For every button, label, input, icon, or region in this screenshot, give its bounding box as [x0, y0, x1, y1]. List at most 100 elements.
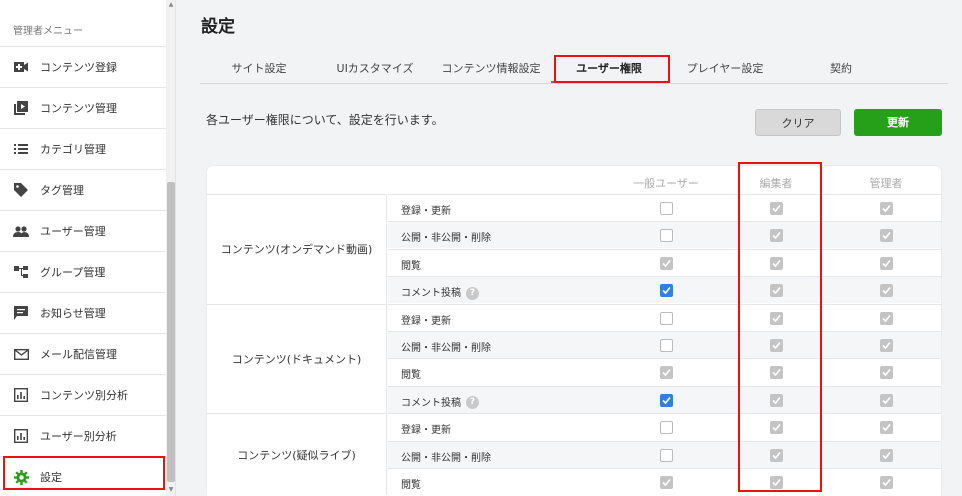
sidebar-item-content-manage[interactable]: コンテンツ管理: [0, 88, 166, 129]
checkbox-admin: [880, 284, 893, 298]
tab-player-settings[interactable]: プレイヤー設定: [667, 58, 783, 83]
tab-ui-customize[interactable]: UIカスタマイズ: [318, 58, 432, 83]
permission-label-text: 閲覧: [401, 370, 421, 382]
checkbox-general-user[interactable]: [660, 311, 673, 325]
tab-highlight-box: [554, 55, 670, 83]
column-header-general-user: 一般ユーザー: [633, 177, 699, 190]
tab-site-settings[interactable]: サイト設定: [200, 58, 318, 83]
admin-sidebar: 管理者メニュー コンテンツ登録 コンテンツ管理 カテゴリ管理 タグ管理ユーザー管理グル…: [0, 0, 176, 496]
checkbox-admin: [880, 202, 893, 215]
sidebar-item-user-analytics[interactable]: ユーザー別分析: [0, 416, 166, 457]
table-row: 登録・更新: [388, 413, 941, 440]
sidebar-item-mail-delivery-manage[interactable]: メール配信管理: [0, 334, 166, 375]
people-icon: [13, 223, 29, 239]
table-row: 閲覧: [388, 358, 941, 385]
sidebar-item-label: カテゴリ管理: [40, 143, 106, 156]
checkbox-admin: [880, 256, 893, 270]
checkbox-general-user: [660, 366, 673, 380]
table-row: 閲覧: [388, 468, 941, 495]
table-row: コメント投稿?: [388, 276, 941, 304]
sidebar-item-label: コンテンツ登録: [40, 61, 117, 74]
sidebar-item-label: コンテンツ管理: [40, 102, 117, 115]
page-description: 各ユーザー権限について、設定を行います。: [206, 113, 444, 127]
permission-label-text: 閲覧: [401, 480, 421, 491]
permission-label: 公開・非公開・削除: [401, 229, 491, 244]
scroll-up-arrow-icon[interactable]: ▲: [168, 2, 174, 8]
checkbox-general-user[interactable]: [660, 421, 673, 435]
checkbox-admin: [880, 339, 893, 352]
permission-label: 登録・更新: [401, 312, 451, 327]
group-tree-icon: [13, 264, 29, 280]
tab-content-info-settings[interactable]: コンテンツ情報設定: [432, 58, 550, 83]
permission-group-label: コンテンツ(疑似ライブ): [207, 413, 387, 496]
permission-label: 登録・更新: [401, 202, 451, 217]
sidebar-item-label: タグ管理: [40, 184, 84, 197]
checkbox-general-user[interactable]: [660, 284, 673, 298]
checkbox-admin: [880, 476, 893, 489]
sidebar-item-notice-manage[interactable]: お知らせ管理: [0, 293, 166, 334]
permission-label: 閲覧: [401, 257, 421, 272]
video-add-icon: [13, 59, 29, 75]
table-row: 閲覧: [388, 248, 941, 276]
sidebar-item-label: グループ管理: [40, 266, 106, 279]
sidebar-item-label: ユーザー別分析: [40, 430, 117, 443]
scroll-down-arrow-icon[interactable]: ▼: [168, 487, 174, 493]
permission-label: コメント投稿?: [401, 284, 479, 300]
analytics-icon: [13, 428, 29, 444]
table-row: 登録・更新: [388, 194, 941, 221]
help-icon[interactable]: ?: [466, 286, 479, 300]
table-row: 公開・非公開・削除: [388, 221, 941, 249]
sidebar-item-user-manage[interactable]: ユーザー管理: [0, 211, 166, 252]
analytics-icon: [13, 387, 29, 403]
sidebar-item-category-manage[interactable]: カテゴリ管理: [0, 129, 166, 170]
checkbox-admin: [880, 366, 893, 380]
mail-icon: [13, 346, 29, 362]
clear-button[interactable]: クリア: [755, 109, 841, 136]
sidebar-item-label: お知らせ管理: [40, 307, 106, 320]
checkbox-admin: [880, 229, 893, 243]
announcement-icon: [13, 305, 29, 321]
sidebar-scroll-thumb[interactable]: [167, 182, 175, 482]
sidebar-item-label: コンテンツ別分析: [40, 389, 128, 402]
permission-group-label: コンテンツ(オンデマンド動画): [207, 194, 387, 304]
permission-label: 閲覧: [401, 366, 421, 381]
permission-label-text: 閲覧: [401, 260, 421, 272]
permission-label-text: 登録・更新: [401, 206, 451, 217]
checkbox-general-user[interactable]: [660, 448, 673, 462]
sidebar-header: 管理者メニュー: [0, 0, 166, 47]
checkbox-general-user[interactable]: [660, 229, 673, 243]
permission-label-text: コメント投稿: [401, 288, 461, 300]
checkbox-admin: [880, 421, 893, 435]
permission-label-text: 公開・非公開・削除: [401, 233, 491, 245]
permission-label: 閲覧: [401, 476, 421, 491]
sidebar-item-content-register[interactable]: コンテンツ登録: [0, 47, 166, 88]
permission-label-text: 登録・更新: [401, 425, 451, 437]
permissions-table: 一般ユーザー 編集者 管理者 コンテンツ(オンデマンド動画) 登録・更新 公開・非公…: [207, 166, 941, 496]
update-button[interactable]: 更新: [854, 109, 942, 136]
editor-column-highlight-box: [738, 162, 822, 492]
settings-highlight-box: [3, 456, 165, 490]
table-row: 公開・非公開・削除: [388, 331, 941, 358]
permission-label-text: 登録・更新: [401, 315, 451, 327]
permission-label-text: 公開・非公開・削除: [401, 452, 491, 464]
checkbox-general-user: [660, 476, 673, 489]
page-title: 設定: [201, 17, 235, 37]
sidebar-item-group-manage[interactable]: グループ管理: [0, 252, 166, 293]
permission-group-label: コンテンツ(ドキュメント): [207, 303, 387, 414]
tab-contract[interactable]: 契約: [783, 58, 899, 83]
permission-label-text: コメント投稿: [401, 397, 461, 409]
list-icon: [13, 141, 29, 157]
checkbox-general-user[interactable]: [660, 202, 673, 215]
sidebar-item-content-analytics[interactable]: コンテンツ別分析: [0, 375, 166, 416]
sidebar-item-label: メール配信管理: [40, 348, 117, 361]
table-row: 登録・更新: [388, 303, 941, 331]
video-library-icon: [13, 100, 29, 116]
sidebar-item-tag-manage[interactable]: タグ管理: [0, 170, 166, 211]
help-icon[interactable]: ?: [466, 396, 479, 410]
permission-label: 公開・非公開・削除: [401, 339, 491, 354]
checkbox-general-user[interactable]: [660, 339, 673, 352]
checkbox-admin: [880, 393, 893, 407]
column-header-admin: 管理者: [869, 177, 903, 190]
permission-label: 公開・非公開・削除: [401, 449, 491, 464]
checkbox-general-user[interactable]: [660, 393, 673, 407]
